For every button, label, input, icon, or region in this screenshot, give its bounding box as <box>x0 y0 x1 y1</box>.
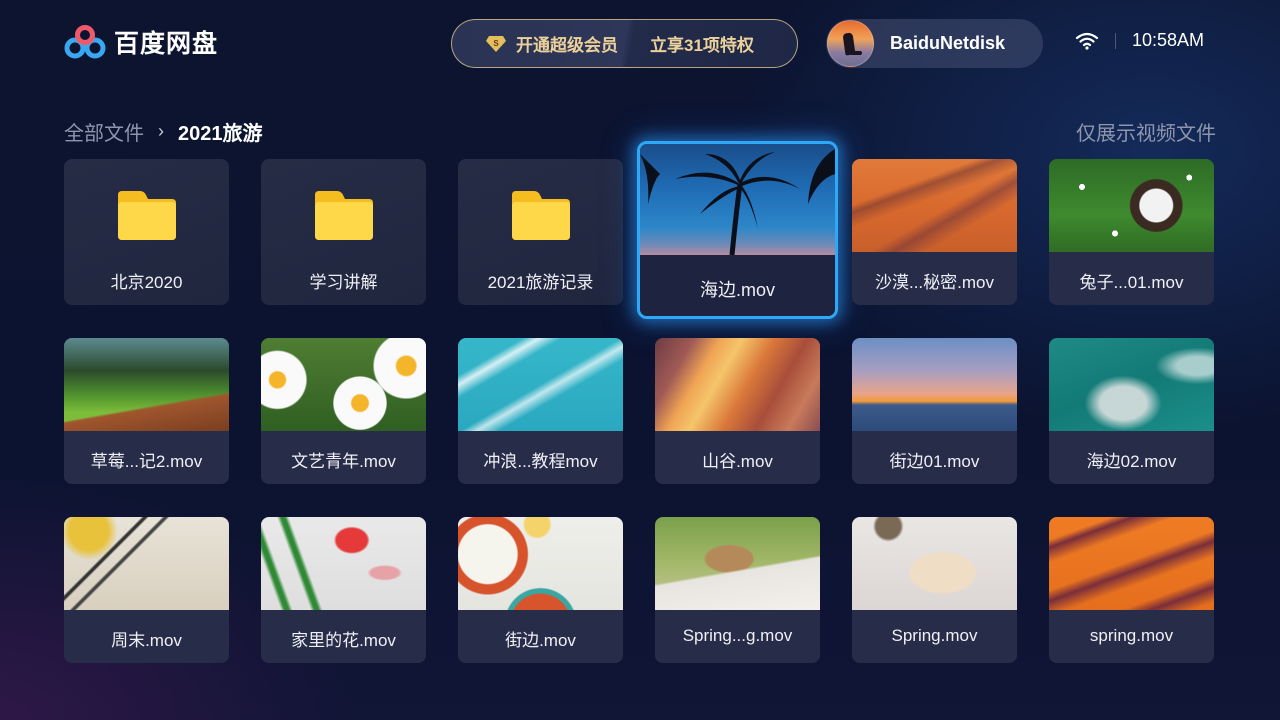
clock: 10:58AM <box>1132 30 1205 50</box>
folder-name: 2021旅游记录 <box>487 273 594 292</box>
mountain-cabin-thumbnail <box>64 338 229 431</box>
video-item[interactable]: 山谷.mov <box>655 338 820 484</box>
app-logo: 百度网盘 <box>64 24 218 60</box>
vip-diamond-icon: S <box>485 35 507 53</box>
breadcrumb-root[interactable]: 全部文件 <box>64 117 144 146</box>
video-item[interactable]: 家里的花.mov <box>261 517 426 663</box>
painting-desk-thumbnail <box>64 517 229 610</box>
video-name: 家里的花.mov <box>291 631 396 650</box>
folder-icon <box>315 191 373 240</box>
vip-promo-right-text: 立享31项特权 <box>650 36 754 55</box>
video-item[interactable]: Spring.mov <box>852 517 1017 663</box>
video-item[interactable]: 草莓...记2.mov <box>64 338 229 484</box>
folder-item[interactable]: 北京2020 <box>64 159 229 305</box>
breadcrumb: 全部文件 › 2021旅游 <box>64 117 263 146</box>
tulips-thumbnail <box>261 517 426 610</box>
picnic-thumbnail <box>655 517 820 610</box>
video-name: 街边01.mov <box>889 452 980 471</box>
video-name: 街边.mov <box>505 631 576 650</box>
video-name: 草莓...记2.mov <box>90 452 203 471</box>
video-item[interactable]: 街边.mov <box>458 517 623 663</box>
rabbit-thumbnail <box>1049 159 1214 252</box>
breadcrumb-current: 2021旅游 <box>178 123 263 145</box>
video-item[interactable]: 冲浪...教程mov <box>458 338 623 484</box>
folder-name: 学习讲解 <box>309 273 378 292</box>
avatar <box>827 20 874 67</box>
video-name: 冲浪...教程mov <box>483 452 598 471</box>
canyon-thumbnail <box>655 338 820 431</box>
video-item[interactable]: 文艺青年.mov <box>261 338 426 484</box>
video-name: 海边02.mov <box>1086 452 1177 471</box>
video-name: 文艺青年.mov <box>291 452 396 471</box>
video-name: spring.mov <box>1089 626 1174 645</box>
desert-dunes-thumbnail <box>852 159 1017 252</box>
video-item[interactable]: 海边02.mov <box>1049 338 1214 484</box>
wifi-icon <box>1075 32 1099 50</box>
video-item[interactable]: 海边.mov <box>637 141 838 319</box>
video-item[interactable]: 沙漠...秘密.mov <box>852 159 1017 305</box>
video-name: 山谷.mov <box>702 452 773 471</box>
video-name: Spring...g.mov <box>682 626 793 645</box>
user-account-button[interactable]: BaiduNetdisk <box>826 19 1043 68</box>
video-item[interactable]: 兔子...01.mov <box>1049 159 1214 305</box>
chevron-right-icon: › <box>158 121 164 141</box>
video-item[interactable]: spring.mov <box>1049 517 1214 663</box>
username: BaiduNetdisk <box>890 33 1006 53</box>
status-divider <box>1115 32 1116 49</box>
surfers-thumbnail <box>458 338 623 431</box>
video-item[interactable]: 街边01.mov <box>852 338 1017 484</box>
video-name: 海边.mov <box>699 280 775 300</box>
ocean-waves-thumbnail <box>1049 338 1214 431</box>
folder-icon <box>512 191 570 240</box>
video-name: Spring.mov <box>891 626 978 645</box>
status-bar: 10:58AM <box>1075 30 1204 51</box>
folder-item[interactable]: 2021旅游记录 <box>458 159 623 305</box>
folder-item[interactable]: 学习讲解 <box>261 159 426 305</box>
palm-tree-thumbnail <box>640 144 835 255</box>
food-bowls-thumbnail <box>458 517 623 610</box>
app-title: 百度网盘 <box>114 30 219 58</box>
folder-icon <box>118 191 176 240</box>
vip-promo-left-text: 开通超级会员 <box>516 36 618 55</box>
sunset-swing-thumbnail <box>852 338 1017 431</box>
open-book-thumbnail <box>852 517 1017 610</box>
video-only-filter-button[interactable]: 仅展示视频文件 <box>1076 117 1216 146</box>
orange-dunes-thumbnail <box>1049 517 1214 610</box>
video-name: 周末.mov <box>111 631 182 650</box>
vip-promo-button[interactable]: S 开通超级会员 立享31项特权 <box>451 19 798 68</box>
video-name: 兔子...01.mov <box>1079 273 1184 292</box>
svg-text:S: S <box>493 39 499 48</box>
video-name: 沙漠...秘密.mov <box>874 273 994 292</box>
daisies-thumbnail <box>261 338 426 431</box>
folder-name: 北京2020 <box>110 273 183 292</box>
baidu-netdisk-logo-icon <box>64 25 106 59</box>
video-item[interactable]: 周末.mov <box>64 517 229 663</box>
video-item[interactable]: Spring...g.mov <box>655 517 820 663</box>
